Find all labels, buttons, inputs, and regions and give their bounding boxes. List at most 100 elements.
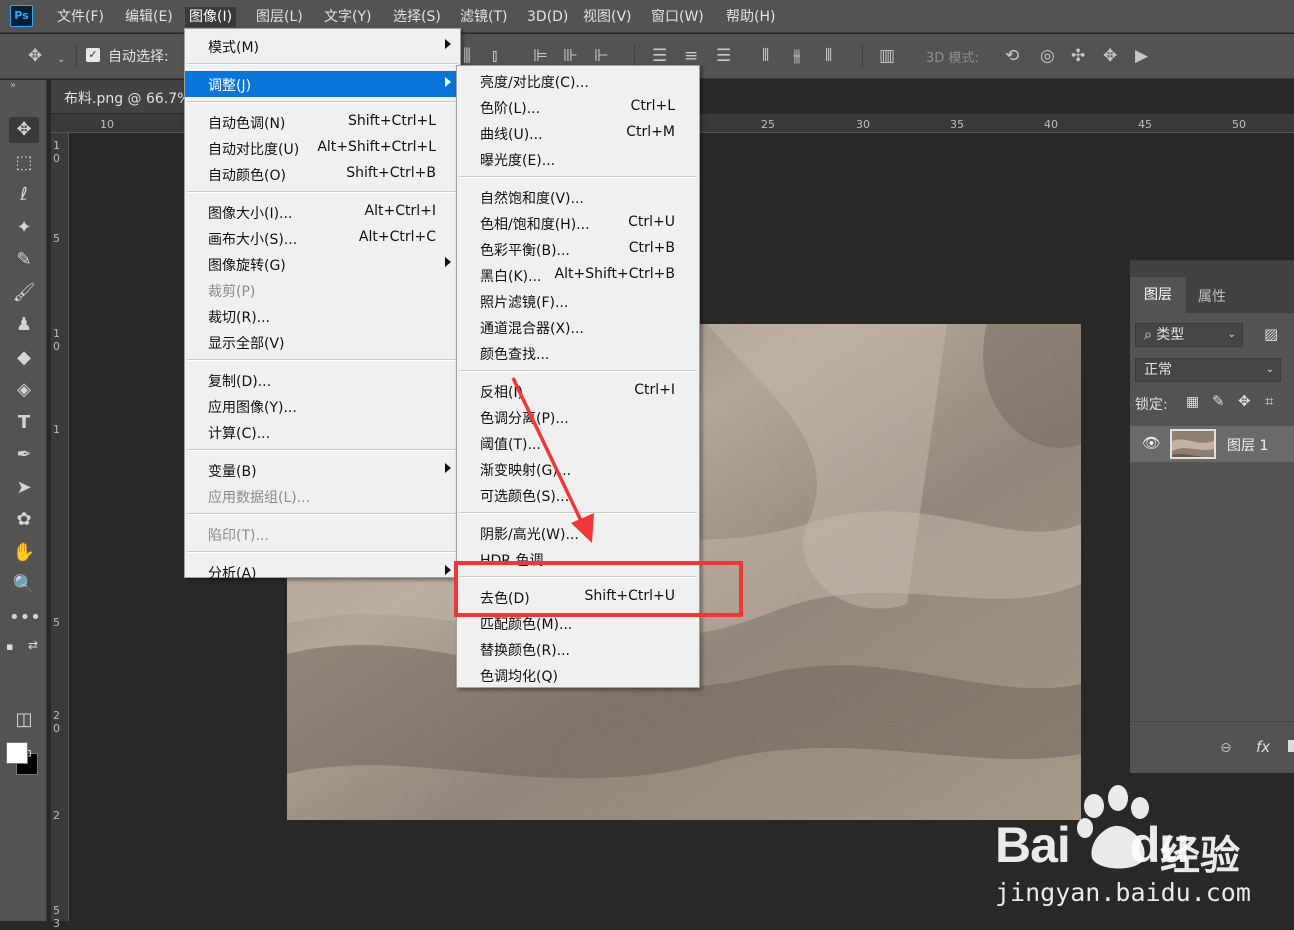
menu-item[interactable]: 色调均化(Q) [457,662,699,688]
menu-item[interactable]: 分析(A) [185,559,460,585]
default-colors-icon[interactable]: ▪ [6,640,13,653]
menu-item[interactable]: 颜色查找... [457,340,699,366]
menu-item[interactable]: 变量(B) [185,457,460,483]
menu-item[interactable]: 黑白(K)... Alt+Shift+Ctrl+B [457,262,699,288]
menu-item[interactable]: 自然饱和度(V)... [457,184,699,210]
3d-pan-icon[interactable]: ✣ [1071,46,1085,66]
blend-mode-select[interactable]: 正常 ⌄ [1135,358,1281,382]
marquee-tool-icon[interactable]: ⬚ [9,150,39,176]
menubar-item[interactable]: 滤镜(T) [460,7,507,27]
menu-item[interactable]: 计算(C)... [185,419,460,445]
distribute-right-icon[interactable]: ⫴ [825,46,832,66]
lock-position-icon[interactable]: ✥ [1238,392,1251,410]
distribute-top-icon[interactable]: ☰ [652,46,667,66]
collapse-arrows-icon[interactable]: » [10,80,16,91]
menu-item[interactable]: 反相(I) Ctrl+I [457,378,699,404]
menubar-item[interactable]: 文字(Y) [324,7,371,27]
hand-tool-icon[interactable]: ✋ [9,540,39,566]
fx-icon[interactable]: fx [1256,738,1270,756]
menu-item[interactable]: 自动色调(N) Shift+Ctrl+L [185,109,460,135]
chevron-down-icon[interactable]: ⌄ [57,50,65,70]
menu-item[interactable]: 渐变映射(G)... [457,456,699,482]
menubar-item[interactable]: 窗口(W) [651,7,704,27]
menu-item[interactable]: 复制(D)... [185,367,460,393]
menu-item[interactable]: 裁切(R)... [185,303,460,329]
menu-item[interactable]: 色相/饱和度(H)... Ctrl+U [457,210,699,236]
menu-item[interactable]: 色彩平衡(B)... Ctrl+B [457,236,699,262]
move-tool-icon[interactable]: ✥ [28,46,42,66]
lasso-tool-icon[interactable]: ℓ [9,182,39,208]
menu-item[interactable]: 曲线(U)... Ctrl+M [457,120,699,146]
menu-item[interactable]: 调整(J) [185,71,460,97]
distribute-vcenter-icon[interactable]: ≡ [684,46,698,66]
menu-item[interactable]: 阈值(T)... [457,430,699,456]
path-select-tool-icon[interactable]: ➤ [9,475,39,501]
3d-orbit-icon[interactable]: ⟲ [1005,46,1019,66]
menubar-item[interactable]: 帮助(H) [726,7,775,27]
align-center-icon[interactable]: ⊪ [563,46,578,66]
layer-filter-select[interactable]: ⌕ 类型 ⌄ [1135,323,1243,347]
distribute-left-icon[interactable]: ⫴ [762,46,769,66]
add-mask-icon[interactable] [1288,740,1294,752]
align-left-icon[interactable]: ⊫ [533,46,548,66]
swap-colors-icon[interactable]: ⇄ [28,638,38,652]
menubar-item[interactable]: 选择(S) [393,7,441,27]
menu-item[interactable]: 照片滤镜(F)... [457,288,699,314]
distribute-icon[interactable]: ⫼ [463,46,471,66]
auto-select-checkbox[interactable]: ✓ [86,48,100,62]
menu-item[interactable]: 色阶(L)... Ctrl+L [457,94,699,120]
menu-item[interactable]: 自动对比度(U) Alt+Shift+Ctrl+L [185,135,460,161]
menubar-item[interactable]: 3D(D) [527,7,568,27]
menubar-item[interactable]: 文件(F) [57,7,104,27]
align-right-icon[interactable]: ⊩ [594,46,609,66]
move-tool-icon[interactable]: ✥ [9,117,39,143]
eyedropper-tool-icon[interactable]: ✎ [9,247,39,273]
custom-shape-tool-icon[interactable]: ✿ [9,507,39,533]
quick-mask-icon[interactable]: ◫ [9,707,39,733]
eraser-tool-icon[interactable]: ◆ [9,345,39,371]
image-filter-icon[interactable]: ▨ [1264,325,1278,343]
menu-item[interactable]: 图像大小(I)... Alt+Ctrl+I [185,199,460,225]
menu-item[interactable]: 显示全部(V) [185,329,460,355]
menu-item[interactable]: 亮度/对比度(C)... [457,68,699,94]
foreground-color-swatch[interactable] [6,742,28,764]
lock-artboard-icon[interactable]: ⌗ [1265,392,1273,410]
magic-wand-tool-icon[interactable]: ✦ [9,215,39,241]
arrange-icon[interactable]: ▥ [879,46,895,66]
stamp-tool-icon[interactable]: ♟ [9,312,39,338]
menu-item[interactable]: 画布大小(S)... Alt+Ctrl+C [185,225,460,251]
menu-item[interactable]: 应用图像(Y)... [185,393,460,419]
paint-bucket-tool-icon[interactable]: ◈ [9,377,39,403]
menu-item[interactable]: 可选颜色(S)... [457,482,699,508]
menubar-item[interactable]: 编辑(E) [125,7,173,27]
eye-visibility-icon[interactable]: 👁 [1142,434,1161,452]
brush-tool-icon[interactable]: 🖌 [9,280,39,306]
menu-item[interactable]: 替换颜色(R)... [457,636,699,662]
lock-paint-icon[interactable]: ✎ [1212,392,1225,410]
3d-roll-icon[interactable]: ◎ [1040,46,1055,66]
menubar-item[interactable]: 图层(L) [256,7,303,27]
type-tool-icon[interactable]: T [9,410,39,436]
menu-item[interactable]: 自动颜色(O) Shift+Ctrl+B [185,161,460,187]
tab-properties[interactable]: 属性 [1198,286,1226,306]
menu-item[interactable]: 曝光度(E)... [457,146,699,172]
align-bottom-icon[interactable]: ⫾ [492,46,497,66]
menu-item[interactable]: 阴影/高光(W)... [457,520,699,546]
distribute-hcenter-icon[interactable]: ⫵ [793,46,801,66]
zoom-tool-icon[interactable]: 🔍 [9,572,39,598]
more-tools-icon[interactable]: ••• [9,605,41,631]
pen-tool-icon[interactable]: ✒ [9,442,39,468]
tab-layers[interactable]: 图层 [1130,277,1186,313]
document-tab[interactable]: 布料.png @ 66.7% [51,80,191,113]
3d-slide-icon[interactable]: ✥ [1103,46,1117,66]
menu-item[interactable]: 色调分离(P)... [457,404,699,430]
menu-item[interactable]: 图像旋转(G) [185,251,460,277]
layer-row[interactable]: 👁 图层 1 [1130,426,1294,462]
menubar-item[interactable]: 视图(V) [583,7,632,27]
lock-transparent-icon[interactable]: ▦ [1186,394,1199,410]
3d-camera-icon[interactable]: ▶ [1135,46,1148,66]
menu-item[interactable]: 模式(M) [185,33,460,59]
menu-item[interactable]: 通道混合器(X)... [457,314,699,340]
distribute-bottom-icon[interactable]: ☰ [716,46,731,66]
link-layers-icon[interactable]: ⊖ [1220,740,1232,756]
